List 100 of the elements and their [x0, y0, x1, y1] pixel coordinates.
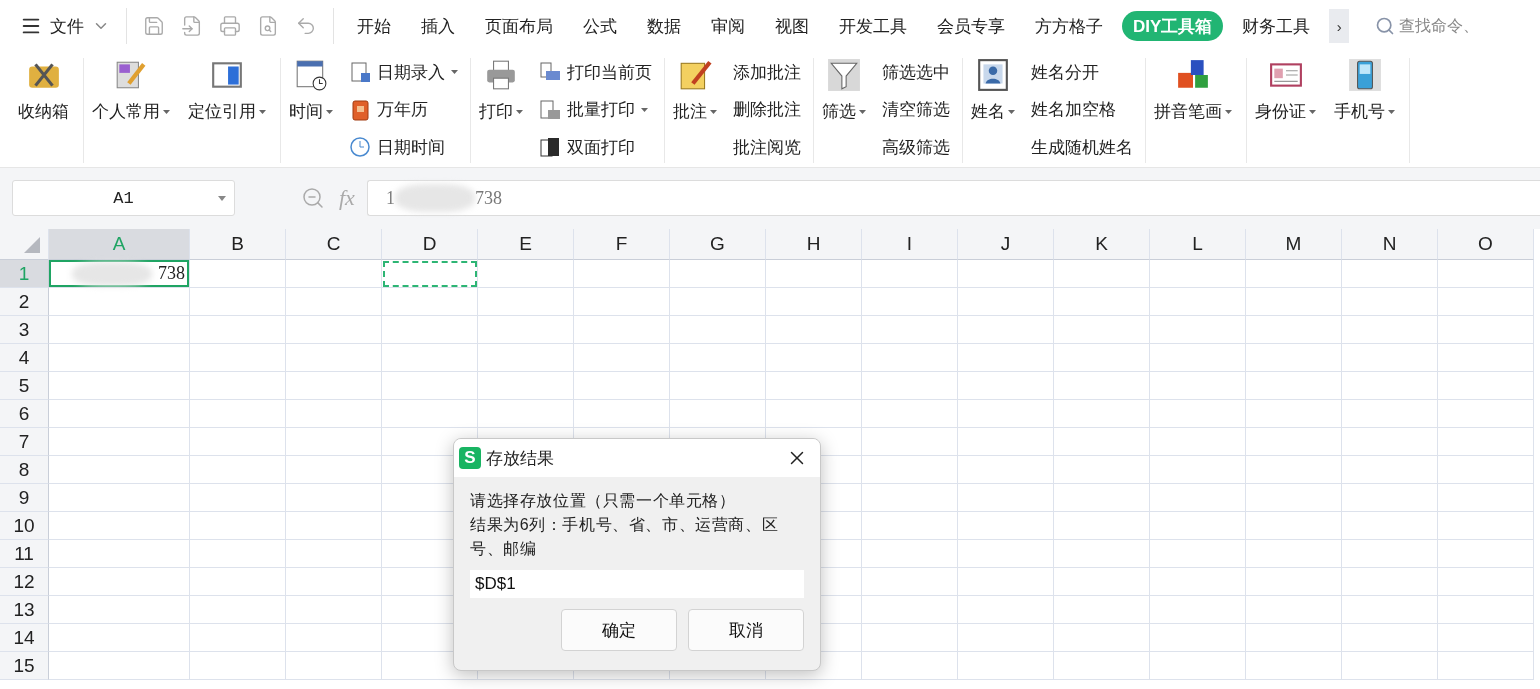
row-header[interactable]: 12	[0, 568, 49, 596]
table-cell[interactable]	[862, 540, 958, 568]
row-header[interactable]: 8	[0, 456, 49, 484]
ribbon-button[interactable]: 清空筛选	[882, 95, 950, 124]
table-cell[interactable]	[574, 344, 670, 372]
table-cell[interactable]	[478, 316, 574, 344]
table-cell[interactable]	[478, 372, 574, 400]
table-cell[interactable]	[958, 456, 1054, 484]
table-cell[interactable]	[1438, 484, 1534, 512]
table-cell[interactable]	[49, 316, 190, 344]
table-cell[interactable]	[670, 288, 766, 316]
ribbon-tab[interactable]: 会员专享	[926, 11, 1016, 41]
table-cell[interactable]	[1150, 456, 1246, 484]
table-cell[interactable]	[766, 288, 862, 316]
table-cell[interactable]	[49, 344, 190, 372]
table-cell[interactable]	[1438, 428, 1534, 456]
table-cell[interactable]	[574, 400, 670, 428]
table-cell[interactable]	[49, 540, 190, 568]
column-header[interactable]: C	[286, 229, 382, 260]
table-cell[interactable]	[862, 288, 958, 316]
table-cell[interactable]	[49, 288, 190, 316]
table-cell[interactable]	[478, 288, 574, 316]
ribbon-button[interactable]: 批注阅览	[733, 133, 801, 161]
file-menu-button[interactable]: 文件	[20, 8, 118, 44]
more-tabs-button[interactable]: ›	[1329, 9, 1350, 43]
table-cell[interactable]	[1150, 344, 1246, 372]
table-cell[interactable]	[1342, 512, 1438, 540]
table-cell[interactable]	[1054, 428, 1150, 456]
table-cell[interactable]	[190, 568, 286, 596]
table-cell[interactable]	[1150, 288, 1246, 316]
ribbon-tab[interactable]: 方方格子	[1024, 11, 1114, 41]
table-cell[interactable]	[1150, 372, 1246, 400]
table-cell[interactable]	[862, 316, 958, 344]
table-cell[interactable]	[1054, 372, 1150, 400]
ribbon-tab[interactable]: 数据	[636, 11, 692, 41]
table-cell[interactable]	[1342, 596, 1438, 624]
table-cell[interactable]	[1342, 400, 1438, 428]
ribbon-button[interactable]: 身份证	[1253, 58, 1318, 162]
table-cell[interactable]	[1054, 260, 1150, 288]
table-cell[interactable]	[670, 344, 766, 372]
table-cell[interactable]	[1438, 540, 1534, 568]
table-cell[interactable]	[49, 372, 190, 400]
table-cell[interactable]	[1246, 652, 1342, 680]
row-header[interactable]: 6	[0, 400, 49, 428]
row-header[interactable]: 7	[0, 428, 49, 456]
ribbon-button[interactable]: 筛选选中	[882, 58, 950, 86]
table-cell[interactable]	[1054, 568, 1150, 596]
row-header[interactable]: 14	[0, 624, 49, 652]
table-cell[interactable]	[862, 596, 958, 624]
row-header[interactable]: 11	[0, 540, 49, 568]
row-header[interactable]: 5	[0, 372, 49, 400]
ribbon-tab[interactable]: 插入	[410, 11, 466, 41]
ribbon-button[interactable]: 添加批注	[733, 58, 801, 86]
table-cell[interactable]	[286, 652, 382, 680]
table-cell[interactable]	[1342, 652, 1438, 680]
table-cell[interactable]	[286, 428, 382, 456]
table-cell[interactable]	[1054, 596, 1150, 624]
table-cell[interactable]	[958, 540, 1054, 568]
table-cell[interactable]	[862, 428, 958, 456]
row-header[interactable]: 9	[0, 484, 49, 512]
ribbon-button[interactable]: 姓名加空格	[1031, 95, 1133, 124]
table-cell[interactable]	[862, 344, 958, 372]
table-cell[interactable]	[766, 316, 862, 344]
table-cell[interactable]	[190, 344, 286, 372]
table-cell[interactable]	[49, 568, 190, 596]
table-cell[interactable]	[49, 512, 190, 540]
table-cell[interactable]	[1246, 624, 1342, 652]
table-cell[interactable]	[478, 344, 574, 372]
table-cell[interactable]	[190, 456, 286, 484]
ribbon-button[interactable]: 日期时间	[349, 133, 458, 161]
table-cell[interactable]	[190, 316, 286, 344]
row-header[interactable]: 3	[0, 316, 49, 344]
table-cell[interactable]	[1342, 344, 1438, 372]
ribbon-tab[interactable]: 开发工具	[828, 11, 918, 41]
table-cell[interactable]	[190, 624, 286, 652]
table-cell[interactable]	[574, 372, 670, 400]
table-cell[interactable]	[1150, 652, 1246, 680]
column-header[interactable]: E	[478, 229, 574, 260]
column-header[interactable]: F	[574, 229, 670, 260]
table-cell[interactable]	[958, 260, 1054, 288]
row-header[interactable]: 15	[0, 652, 49, 680]
zoom-out-icon[interactable]	[301, 186, 325, 210]
table-cell[interactable]	[190, 540, 286, 568]
column-header[interactable]: J	[958, 229, 1054, 260]
table-cell[interactable]	[382, 400, 478, 428]
table-cell[interactable]	[286, 596, 382, 624]
table-cell[interactable]	[1054, 456, 1150, 484]
table-cell[interactable]	[862, 512, 958, 540]
table-cell[interactable]	[49, 400, 190, 428]
table-cell[interactable]	[1054, 624, 1150, 652]
table-cell[interactable]	[286, 568, 382, 596]
table-cell[interactable]	[1246, 428, 1342, 456]
table-cell[interactable]	[862, 260, 958, 288]
table-cell[interactable]	[766, 344, 862, 372]
search-field[interactable]: 查找命令、	[1399, 15, 1480, 37]
table-cell[interactable]	[1054, 400, 1150, 428]
table-cell[interactable]	[1150, 596, 1246, 624]
table-cell[interactable]	[1438, 456, 1534, 484]
table-cell[interactable]	[190, 512, 286, 540]
table-cell[interactable]	[1342, 568, 1438, 596]
